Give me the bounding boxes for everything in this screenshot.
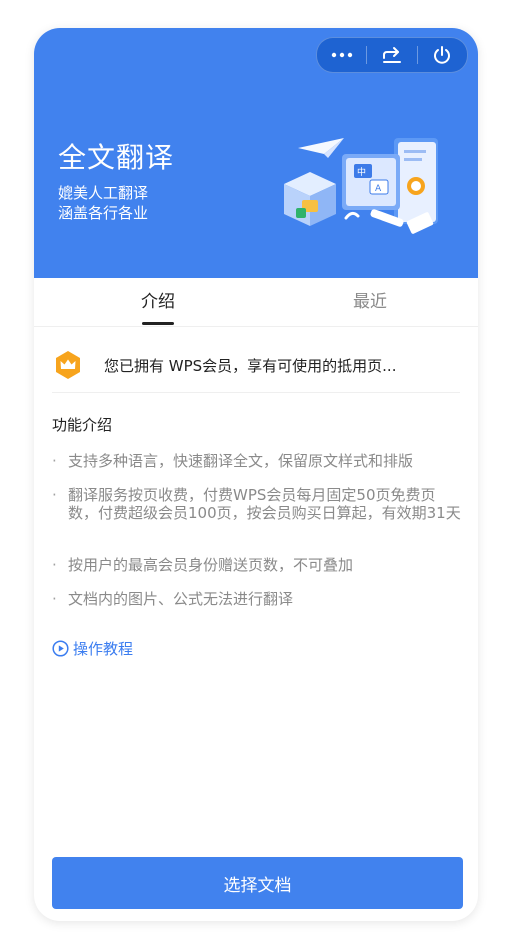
play-circle-icon [52, 640, 69, 657]
close-button[interactable] [418, 38, 467, 72]
feature-item: · 文档内的图片、公式无法进行翻译 [52, 590, 462, 608]
svg-text:A: A [375, 184, 382, 194]
active-tab-indicator [142, 322, 174, 325]
feature-text: 文档内的图片、公式无法进行翻译 [68, 590, 294, 608]
subtitle-line-2: 涵盖各行各业 [58, 204, 149, 222]
tab-intro[interactable]: 介绍 [98, 278, 218, 326]
bullet-icon: · [52, 556, 57, 574]
feature-item: · 支持多种语言，快速翻译全文，保留原文样式和排版 [52, 452, 462, 470]
translate-panel: 全文翻译 媲美人工翻译 涵盖各行各业 中 A 介绍 最近 您已拥有 WPS会员，… [34, 28, 478, 921]
feature-text: 翻译服务按页收费，付费WPS会员每月固定50页免费页数，付费超级会员100页，按… [68, 486, 461, 522]
bullet-icon: · [52, 486, 57, 504]
header-banner: 全文翻译 媲美人工翻译 涵盖各行各业 中 A [34, 28, 478, 278]
bullet-icon: · [52, 452, 57, 470]
feature-item: · 按用户的最高会员身份赠送页数，不可叠加 [52, 556, 462, 574]
subtitle-line-1: 媲美人工翻译 [58, 184, 149, 202]
crown-badge-icon [56, 351, 80, 379]
svg-text:中: 中 [357, 166, 366, 178]
select-document-button[interactable]: 选择文档 [52, 857, 463, 909]
power-icon [434, 46, 451, 64]
more-button[interactable] [317, 38, 366, 72]
share-button[interactable] [367, 38, 416, 72]
tutorial-link[interactable]: 操作教程 [52, 638, 133, 659]
bullet-icon: · [52, 590, 57, 608]
share-arrow-icon [382, 47, 401, 63]
member-status-text: 您已拥有 WPS会员，享有可使用的抵用页... [104, 356, 397, 375]
translation-illustration-icon: 中 A [284, 138, 438, 234]
feature-item: · 翻译服务按页收费，付费WPS会员每月固定50页免费页数，付费超级会员100页… [52, 486, 462, 522]
tab-recent[interactable]: 最近 [310, 278, 430, 326]
member-status-row[interactable]: 您已拥有 WPS会员，享有可使用的抵用页... [52, 338, 460, 393]
tutorial-label: 操作教程 [73, 640, 134, 658]
features-title: 功能介绍 [52, 416, 113, 434]
tab-bar: 介绍 最近 [34, 278, 478, 327]
more-dots-icon [331, 52, 352, 58]
mini-program-capsule [316, 37, 468, 73]
feature-text: 支持多种语言，快速翻译全文，保留原文样式和排版 [68, 452, 414, 470]
feature-text: 按用户的最高会员身份赠送页数，不可叠加 [68, 556, 354, 574]
page-title: 全文翻译 [58, 141, 175, 174]
